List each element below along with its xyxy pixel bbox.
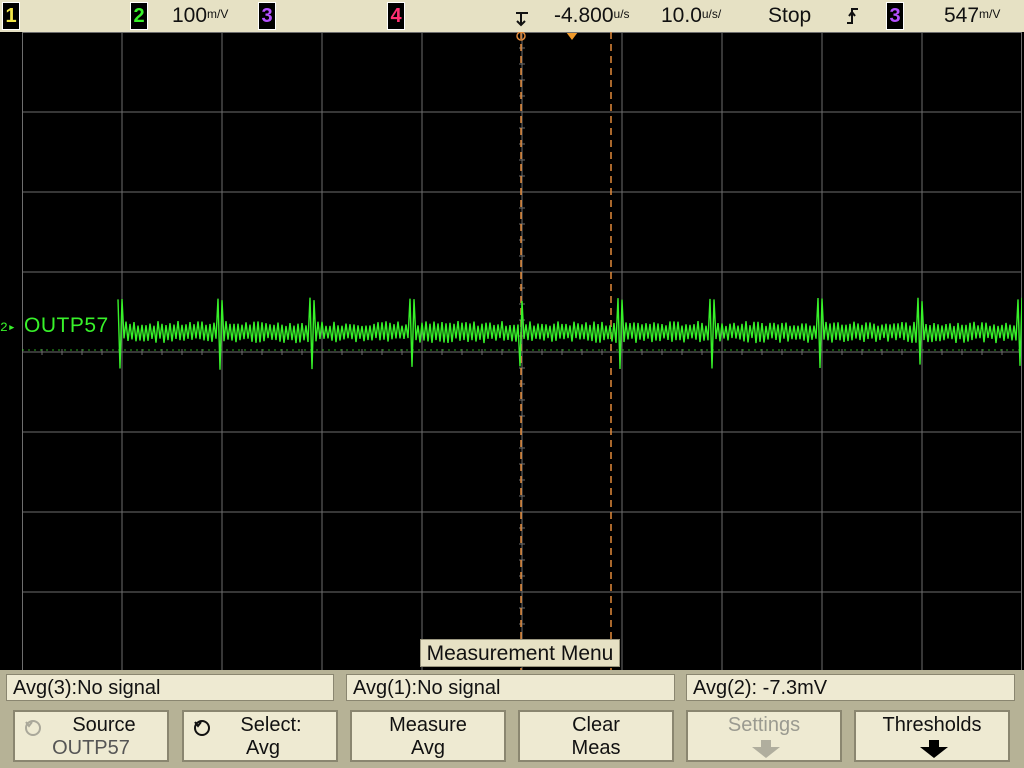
trigger-level: 547m/V — [944, 4, 1001, 27]
clear-softkey-value: Meas — [571, 737, 621, 759]
measure-softkey-label: Measure — [389, 714, 467, 736]
channel-2-scale: 100m/V — [172, 4, 229, 27]
select-softkey-label: Select: — [240, 714, 302, 736]
run-state: Stop — [768, 4, 812, 27]
status-bar: 1 2 100m/V 3 4 -4.800u/s 10.0u/s/ Stop 3… — [0, 0, 1024, 32]
waveform-display[interactable] — [22, 32, 1022, 672]
channel-2-indicator[interactable]: 2 — [130, 2, 148, 30]
source-softkey-label: Source — [72, 714, 136, 736]
time-offset-unit: u/s — [613, 7, 630, 21]
source-softkey-value: OUTP57 — [52, 737, 130, 759]
clear-softkey-label: Clear — [572, 714, 620, 736]
channel-2-waveform — [117, 297, 1022, 370]
channel-3-indicator[interactable]: 3 — [258, 2, 276, 30]
timebase: 10.0u/s/ — [661, 4, 722, 27]
graticule — [22, 32, 1022, 672]
down-arrow-icon — [920, 740, 948, 758]
thresholds-softkey-label: Thresholds — [882, 714, 982, 736]
source-softkey[interactable]: Source OUTP57 — [13, 710, 169, 762]
trigger-level-unit: m/V — [979, 7, 1001, 21]
softkey-area: Avg(3):No signal Avg(1):No signal Avg(2)… — [0, 670, 1024, 768]
select-softkey-value: Avg — [245, 737, 281, 759]
measure-avg-softkey[interactable]: Measure Avg — [350, 710, 506, 762]
settings-softkey[interactable]: Settings — [686, 710, 842, 762]
ground-arrow-icon: ▸ — [7, 320, 16, 335]
measurement-2: Avg(1):No signal — [346, 674, 675, 701]
measure-softkey-value: Avg — [410, 737, 446, 759]
clear-meas-softkey[interactable]: Clear Meas — [518, 710, 674, 762]
channel-2-ground-marker[interactable]: 2▸ — [0, 319, 22, 337]
channel-1-indicator[interactable]: 1 — [2, 2, 20, 30]
timebase-unit: u/s/ — [701, 7, 722, 21]
settings-softkey-label: Settings — [727, 714, 801, 736]
rising-edge-icon — [847, 8, 858, 24]
down-arrow-icon — [752, 740, 780, 758]
channel-4-indicator[interactable]: 4 — [387, 2, 405, 30]
select-softkey[interactable]: Select: Avg — [182, 710, 338, 762]
measurement-1: Avg(3):No signal — [6, 674, 334, 701]
menu-title: Measurement Menu — [420, 639, 620, 667]
trigger-source-indicator: 3 — [886, 2, 904, 30]
trigger-position-icon — [516, 12, 528, 27]
channel-2-scale-unit: m/V — [207, 7, 229, 21]
time-offset: -4.800u/s — [554, 4, 630, 27]
waveform-label: OUTP57 — [24, 314, 109, 337]
measurement-3: Avg(2): -7.3mV — [686, 674, 1015, 701]
thresholds-softkey[interactable]: Thresholds — [854, 710, 1010, 762]
